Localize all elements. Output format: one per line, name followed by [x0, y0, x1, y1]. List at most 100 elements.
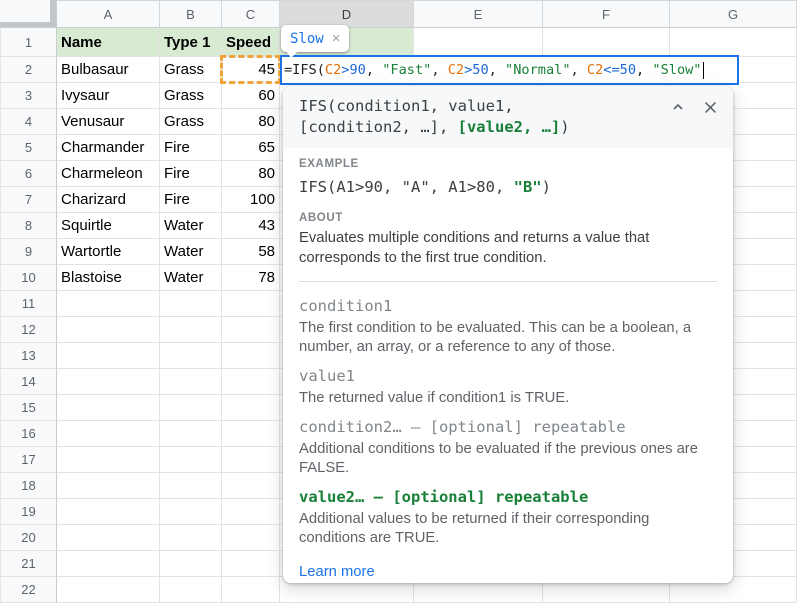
- cell-C4[interactable]: 80: [222, 109, 280, 135]
- cell-B7[interactable]: Fire: [160, 187, 222, 213]
- collapse-icon[interactable]: [670, 99, 686, 116]
- learn-more-link[interactable]: Learn more: [299, 564, 375, 580]
- cell-A17[interactable]: [57, 447, 160, 473]
- cell-A15[interactable]: [57, 395, 160, 421]
- cell-C1[interactable]: Speed: [222, 28, 280, 57]
- row-header-7[interactable]: 7: [0, 187, 57, 213]
- row-header-5[interactable]: 5: [0, 135, 57, 161]
- column-header-F[interactable]: F: [543, 0, 670, 28]
- cell-B13[interactable]: [160, 343, 222, 369]
- row-header-14[interactable]: 14: [0, 369, 57, 395]
- cell-G1[interactable]: [670, 28, 797, 57]
- cell-A10[interactable]: Blastoise: [57, 265, 160, 291]
- cell-A13[interactable]: [57, 343, 160, 369]
- row-header-20[interactable]: 20: [0, 525, 57, 551]
- cell-A21[interactable]: [57, 551, 160, 577]
- cell-C17[interactable]: [222, 447, 280, 473]
- cell-A3[interactable]: Ivysaur: [57, 83, 160, 109]
- cell-C18[interactable]: [222, 473, 280, 499]
- cell-C21[interactable]: [222, 551, 280, 577]
- cell-A20[interactable]: [57, 525, 160, 551]
- cell-C6[interactable]: 80: [222, 161, 280, 187]
- cell-A14[interactable]: [57, 369, 160, 395]
- cell-C3[interactable]: 60: [222, 83, 280, 109]
- row-header-18[interactable]: 18: [0, 473, 57, 499]
- cell-B12[interactable]: [160, 317, 222, 343]
- cell-C12[interactable]: [222, 317, 280, 343]
- column-header-B[interactable]: B: [160, 0, 222, 28]
- cell-B5[interactable]: Fire: [160, 135, 222, 161]
- row-header-11[interactable]: 11: [0, 291, 57, 317]
- freeze-handle-horizontal[interactable]: [0, 22, 56, 27]
- column-header-A[interactable]: A: [57, 0, 160, 28]
- cell-B2[interactable]: Grass: [160, 57, 222, 83]
- cell-B22[interactable]: [160, 577, 222, 603]
- cell-C7[interactable]: 100: [222, 187, 280, 213]
- active-cell-editor[interactable]: =IFS(C2>90, "Fast", C2>50, "Normal", C2<…: [280, 55, 739, 85]
- cell-A8[interactable]: Squirtle: [57, 213, 160, 239]
- row-header-15[interactable]: 15: [0, 395, 57, 421]
- cell-B10[interactable]: Water: [160, 265, 222, 291]
- cell-A1[interactable]: Name: [57, 28, 160, 57]
- cell-A12[interactable]: [57, 317, 160, 343]
- cell-C16[interactable]: [222, 421, 280, 447]
- column-header-G[interactable]: G: [670, 0, 797, 28]
- cell-B20[interactable]: [160, 525, 222, 551]
- cell-B14[interactable]: [160, 369, 222, 395]
- cell-B15[interactable]: [160, 395, 222, 421]
- row-header-12[interactable]: 12: [0, 317, 57, 343]
- cell-A22[interactable]: [57, 577, 160, 603]
- cell-C2[interactable]: 45: [222, 57, 280, 83]
- cell-B4[interactable]: Grass: [160, 109, 222, 135]
- row-header-1[interactable]: 1: [0, 28, 57, 57]
- cell-A16[interactable]: [57, 421, 160, 447]
- row-header-13[interactable]: 13: [0, 343, 57, 369]
- cell-A18[interactable]: [57, 473, 160, 499]
- cell-B8[interactable]: Water: [160, 213, 222, 239]
- select-all-corner[interactable]: [0, 0, 57, 28]
- cell-A9[interactable]: Wartortle: [57, 239, 160, 265]
- row-header-22[interactable]: 22: [0, 577, 57, 603]
- cell-C13[interactable]: [222, 343, 280, 369]
- cell-C11[interactable]: [222, 291, 280, 317]
- cell-B9[interactable]: Water: [160, 239, 222, 265]
- row-header-19[interactable]: 19: [0, 499, 57, 525]
- cell-C22[interactable]: [222, 577, 280, 603]
- cell-B11[interactable]: [160, 291, 222, 317]
- cell-B19[interactable]: [160, 499, 222, 525]
- cell-A11[interactable]: [57, 291, 160, 317]
- cell-F1[interactable]: [543, 28, 670, 57]
- cell-A7[interactable]: Charizard: [57, 187, 160, 213]
- cell-C10[interactable]: 78: [222, 265, 280, 291]
- cell-B16[interactable]: [160, 421, 222, 447]
- row-header-16[interactable]: 16: [0, 421, 57, 447]
- close-icon[interactable]: [702, 99, 719, 116]
- row-header-4[interactable]: 4: [0, 109, 57, 135]
- cell-A6[interactable]: Charmeleon: [57, 161, 160, 187]
- column-header-D[interactable]: D: [280, 0, 414, 28]
- cell-C8[interactable]: 43: [222, 213, 280, 239]
- cell-B17[interactable]: [160, 447, 222, 473]
- cell-B3[interactable]: Grass: [160, 83, 222, 109]
- preview-close-icon[interactable]: ×: [332, 31, 341, 46]
- cell-A4[interactable]: Venusaur: [57, 109, 160, 135]
- cell-A2[interactable]: Bulbasaur: [57, 57, 160, 83]
- cell-B18[interactable]: [160, 473, 222, 499]
- row-header-10[interactable]: 10: [0, 265, 57, 291]
- cell-C9[interactable]: 58: [222, 239, 280, 265]
- row-header-21[interactable]: 21: [0, 551, 57, 577]
- cell-B21[interactable]: [160, 551, 222, 577]
- cell-C20[interactable]: [222, 525, 280, 551]
- cell-C15[interactable]: [222, 395, 280, 421]
- cell-E1[interactable]: [414, 28, 543, 57]
- column-header-C[interactable]: C: [222, 0, 280, 28]
- row-header-2[interactable]: 2: [0, 57, 57, 83]
- row-header-17[interactable]: 17: [0, 447, 57, 473]
- cell-C14[interactable]: [222, 369, 280, 395]
- cell-A5[interactable]: Charmander: [57, 135, 160, 161]
- cell-C5[interactable]: 65: [222, 135, 280, 161]
- cell-A19[interactable]: [57, 499, 160, 525]
- column-header-E[interactable]: E: [414, 0, 543, 28]
- row-header-8[interactable]: 8: [0, 213, 57, 239]
- row-header-9[interactable]: 9: [0, 239, 57, 265]
